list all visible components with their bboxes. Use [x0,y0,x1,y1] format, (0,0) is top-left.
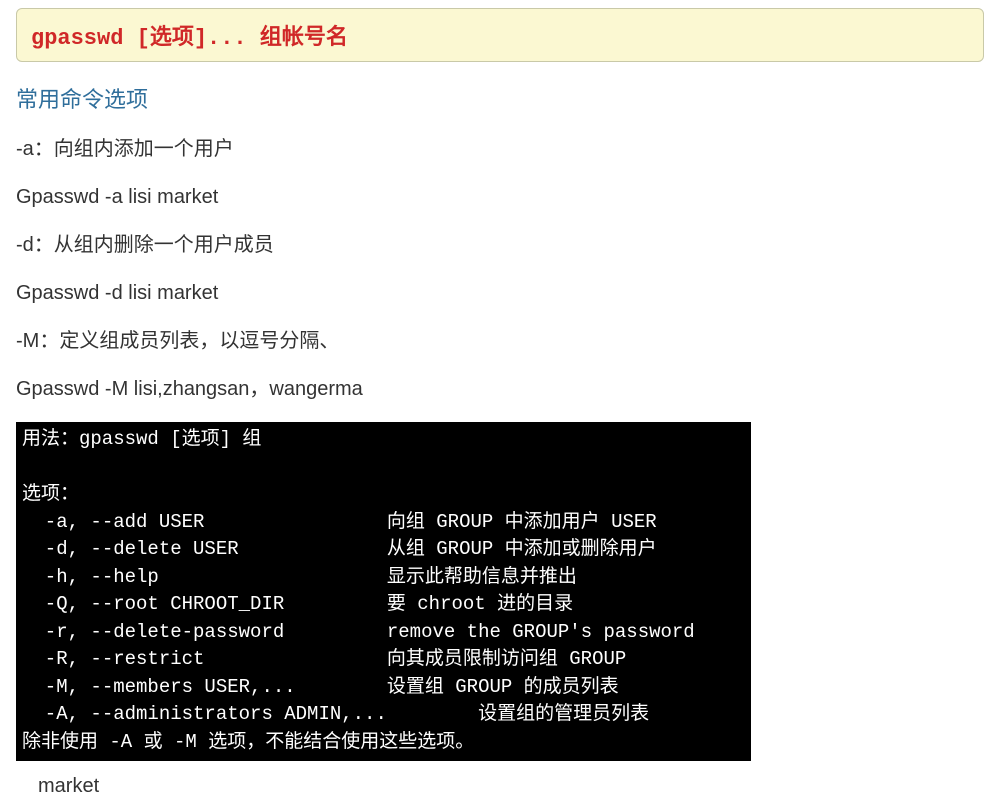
terminal-output: 用法：gpasswd [选项] 组 选项： -a, --add USER 向组 … [16,422,751,761]
example-a: Gpasswd -a lisi market [16,182,984,212]
trailing-text: market [38,775,984,798]
example-d: Gpasswd -d lisi market [16,278,984,308]
example-m: Gpasswd -M lisi,zhangsan，wangerma [16,374,984,404]
section-title: 常用命令选项 [16,82,984,114]
option-m-desc: -M：定义组成员列表，以逗号分隔、 [16,326,984,356]
syntax-box: gpasswd [选项]... 组帐号名 [16,8,984,62]
syntax-text: gpasswd [选项]... 组帐号名 [31,26,348,51]
option-a-desc: -a：向组内添加一个用户 [16,134,984,164]
option-d-desc: -d：从组内删除一个用户成员 [16,230,984,260]
